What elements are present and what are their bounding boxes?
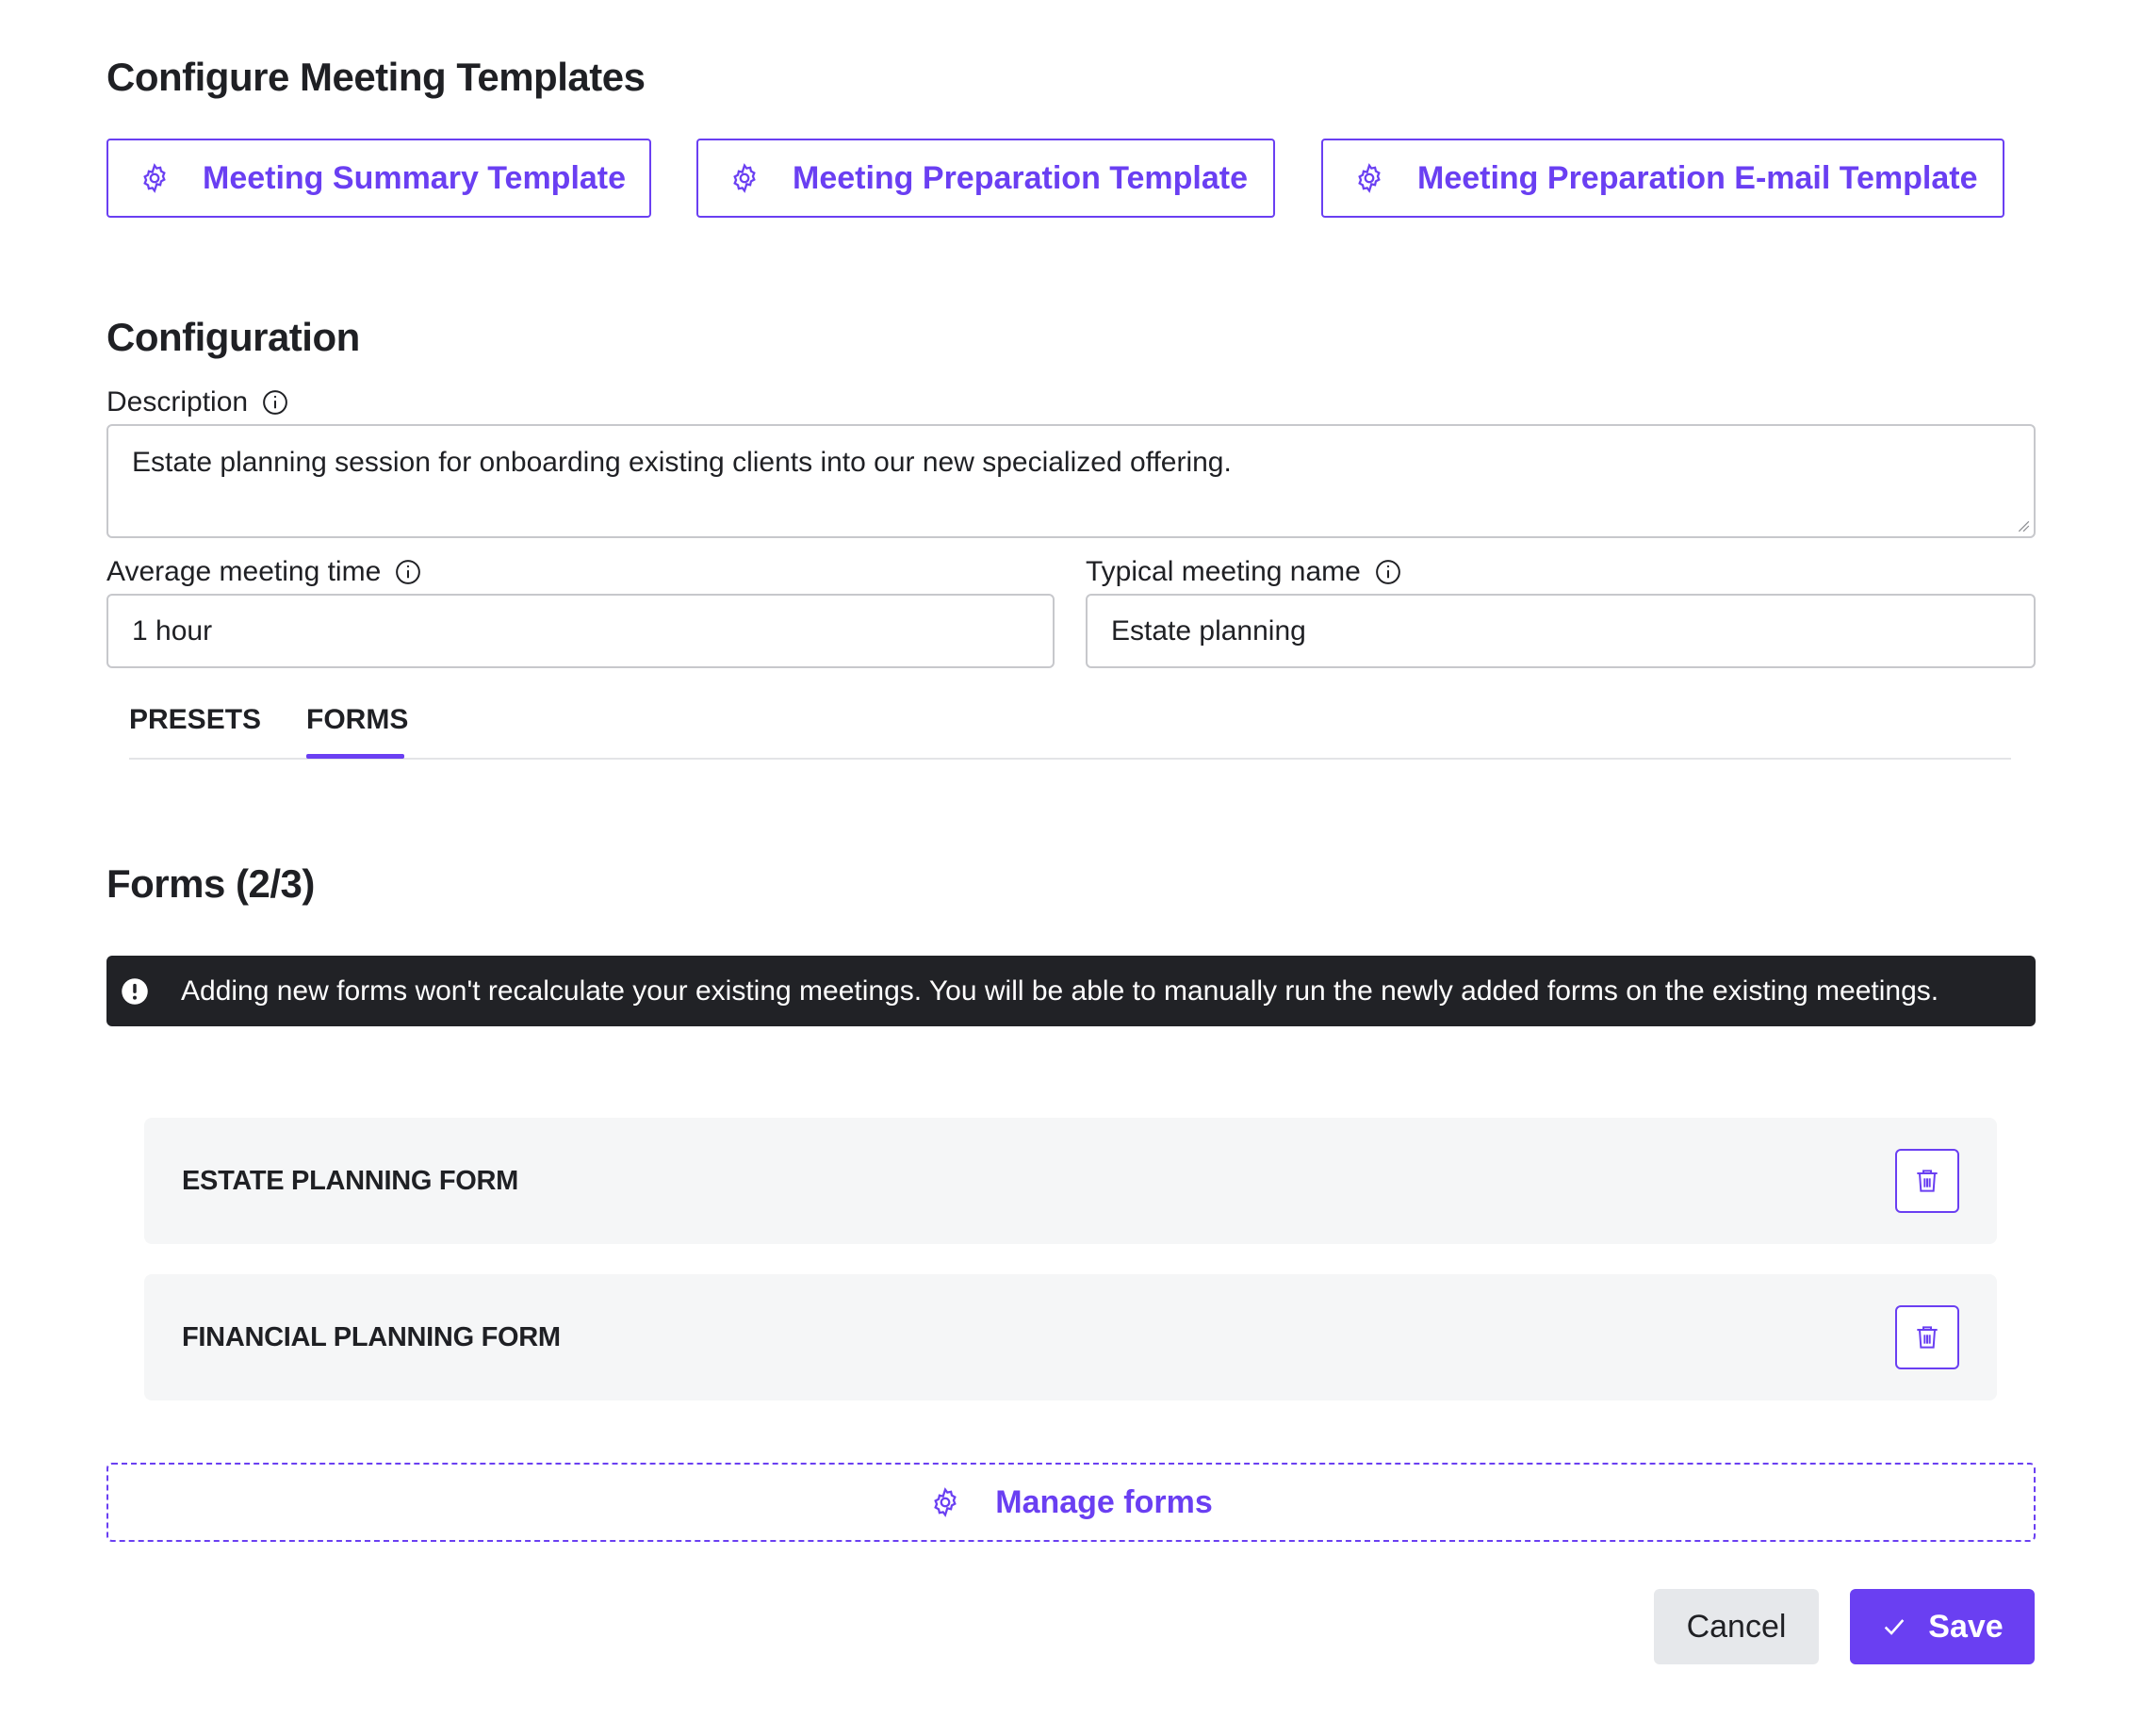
- manage-forms-button[interactable]: Manage forms: [106, 1463, 2036, 1542]
- forms-alert: Adding new forms won't recalculate your …: [106, 956, 2036, 1026]
- description-label-text: Description: [106, 386, 249, 418]
- gear-icon: [143, 163, 166, 193]
- save-label: Save: [1928, 1608, 2004, 1645]
- forms-heading: Forms (2/3): [106, 861, 315, 906]
- info-icon[interactable]: [261, 388, 289, 417]
- average-time-label-text: Average meeting time: [106, 556, 382, 587]
- description-label: Description: [106, 386, 289, 418]
- tab-active-indicator: [306, 754, 404, 759]
- configuration-heading: Configuration: [106, 315, 360, 359]
- cancel-label: Cancel: [1686, 1608, 1787, 1645]
- trash-icon: [1917, 1170, 1938, 1192]
- page-title: Configure Meeting Templates: [106, 55, 646, 99]
- check-icon: [1885, 1619, 1905, 1635]
- trash-icon: [1917, 1326, 1938, 1349]
- gear-icon: [934, 1487, 957, 1517]
- list-item: FINANCIAL PLANNING FORM: [144, 1274, 1997, 1400]
- description-value: Estate planning session for onboarding e…: [132, 447, 1232, 478]
- meeting-preparation-email-template-button[interactable]: Meeting Preparation E-mail Template: [1321, 139, 2004, 218]
- info-icon[interactable]: [394, 558, 422, 586]
- meeting-name-label: Typical meeting name: [1086, 556, 1402, 588]
- alert-text: Adding new forms won't recalculate your …: [181, 974, 1939, 1007]
- list-item: ESTATE PLANNING FORM: [144, 1118, 1997, 1244]
- tabs-divider: [129, 758, 2011, 760]
- delete-form-button[interactable]: [1895, 1149, 1959, 1213]
- meeting-name-input[interactable]: Estate planning: [1086, 594, 2036, 668]
- meeting-name-value: Estate planning: [1111, 614, 1306, 647]
- info-icon[interactable]: [1374, 558, 1402, 586]
- cancel-button[interactable]: Cancel: [1654, 1589, 1819, 1664]
- form-name: ESTATE PLANNING FORM: [182, 1165, 519, 1196]
- average-time-value: 1 hour: [132, 614, 213, 647]
- template-button-label: Meeting Preparation Template: [793, 159, 1249, 196]
- form-name: FINANCIAL PLANNING FORM: [182, 1321, 561, 1352]
- gear-icon: [733, 163, 756, 193]
- meeting-summary-template-button[interactable]: Meeting Summary Template: [106, 139, 651, 218]
- gear-icon: [1358, 163, 1381, 193]
- meeting-name-label-text: Typical meeting name: [1086, 556, 1361, 587]
- manage-forms-label: Manage forms: [995, 1483, 1213, 1520]
- save-button[interactable]: Save: [1850, 1589, 2035, 1664]
- alert-icon: [122, 977, 148, 1005]
- template-button-label: Meeting Summary Template: [203, 159, 627, 196]
- template-button-label: Meeting Preparation E-mail Template: [1417, 159, 1978, 196]
- resize-handle-icon[interactable]: [2017, 519, 2030, 532]
- description-textarea[interactable]: Estate planning session for onboarding e…: [106, 424, 2036, 538]
- tab-forms[interactable]: FORMS: [306, 704, 408, 736]
- delete-form-button[interactable]: [1895, 1305, 1959, 1369]
- meeting-preparation-template-button[interactable]: Meeting Preparation Template: [696, 139, 1275, 218]
- average-time-input[interactable]: 1 hour: [106, 594, 1055, 668]
- average-time-label: Average meeting time: [106, 556, 422, 588]
- tab-presets[interactable]: PRESETS: [129, 704, 261, 736]
